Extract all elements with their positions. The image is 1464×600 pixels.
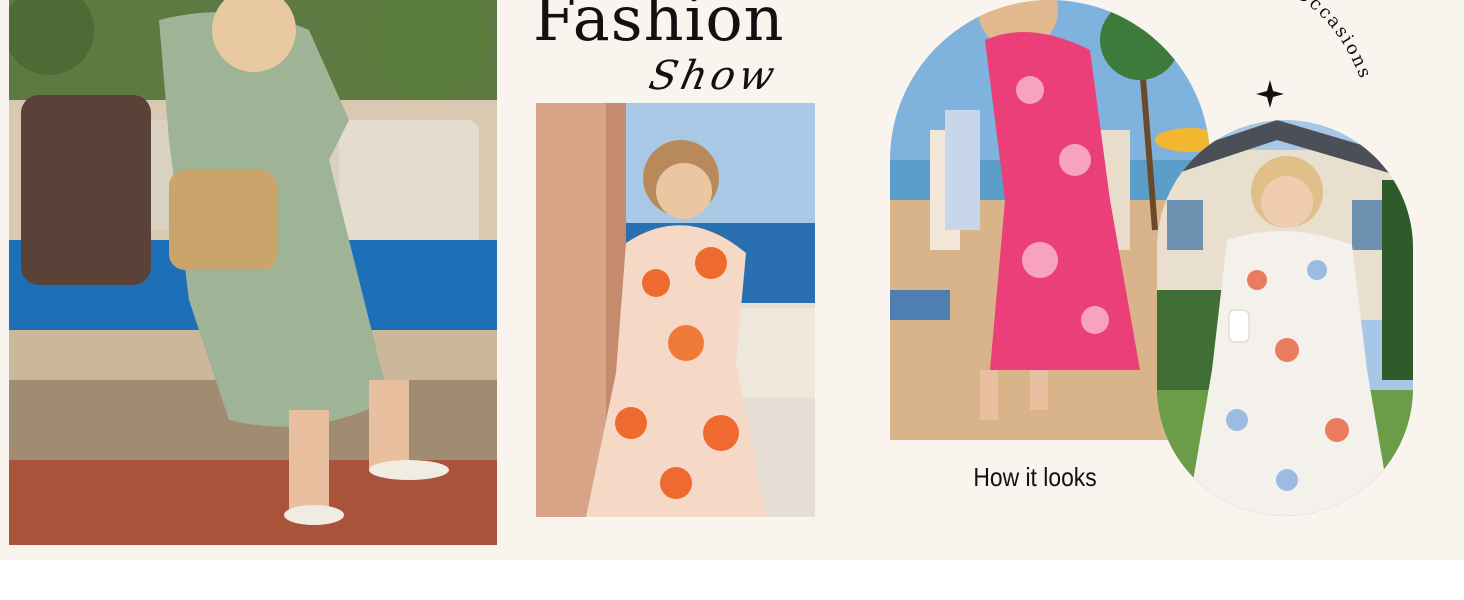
arc-text-path: g Occasions [1273, 0, 1374, 83]
photo-sage-dress [9, 0, 497, 545]
four-point-star-icon [1256, 80, 1284, 108]
photo-orange-floral-dress [536, 103, 815, 517]
caption-how-it-looks: How it looks [973, 462, 1097, 492]
banner-title: Fashion [533, 0, 785, 55]
svg-text:g Occasions: g Occasions [1273, 0, 1376, 83]
photo-white-floral-dress [1157, 120, 1413, 516]
arc-occasions-text: g Occasions [1273, 0, 1376, 83]
fashion-banner: Fashion Show How it looks ccasions [0, 0, 1464, 560]
banner-script-word: Show [645, 53, 783, 99]
